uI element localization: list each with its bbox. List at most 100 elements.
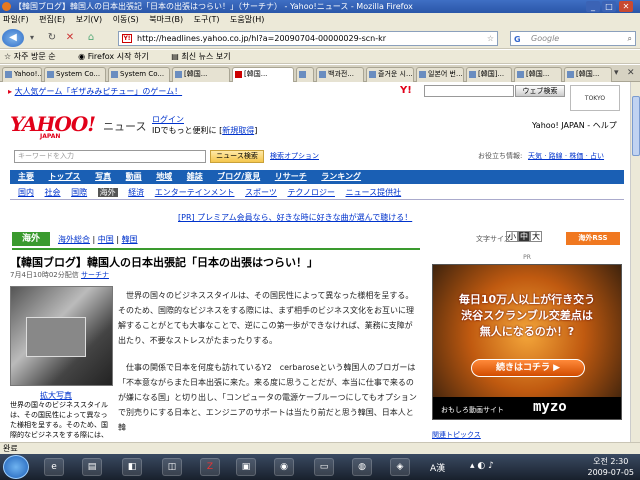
snav-domestic[interactable]: 国内 [18, 188, 34, 197]
menu-tools[interactable]: 도구(T) [194, 15, 220, 24]
snav-sports[interactable]: スポーツ [245, 188, 277, 197]
article-source-link[interactable]: サーチナ [81, 271, 109, 279]
tab-3[interactable]: System Co... [108, 67, 170, 82]
filezilla-icon[interactable]: Z [200, 458, 220, 476]
bookmark-firefox-start[interactable]: ◉ Firefox 시작 하기 [78, 52, 159, 61]
register-link[interactable]: 新規取得 [222, 126, 254, 135]
tab-10[interactable]: [韓国]... [466, 67, 512, 82]
top-banner[interactable]: ▸ 大人気ゲーム「ギザみみピチュー」のゲーム！ [8, 86, 228, 97]
font-large-button[interactable]: 大 [530, 231, 542, 242]
menu-view[interactable]: 보기(V) [76, 15, 102, 24]
gnav-research[interactable]: リサーチ [275, 172, 307, 181]
snav-overseas-active[interactable]: 海外 [97, 188, 118, 197]
gnav-topics[interactable]: トップス [49, 172, 81, 181]
gnav-ranking[interactable]: ランキング [321, 172, 361, 181]
login-link[interactable]: ログイン [152, 115, 184, 124]
gnav-magazine[interactable]: 雑誌 [187, 172, 203, 181]
forward-dropdown-icon[interactable]: ▾ [26, 30, 38, 46]
tab-list-icon[interactable]: ▾ [614, 68, 619, 78]
sites-links[interactable]: 天気 · 路線 · 株価 · 占い [528, 151, 604, 161]
gnav-photos[interactable]: 写真 [95, 172, 111, 181]
snav-providers[interactable]: ニュース提供社 [346, 188, 402, 197]
app-icon-5[interactable]: ◈ [390, 458, 410, 476]
tab-12[interactable]: [韓国... [564, 67, 612, 82]
web-search-button[interactable]: ウェブ検索 [515, 85, 565, 97]
top-links[interactable]: Yahoo! JAPAN - ヘルプ [532, 120, 617, 131]
search-icon[interactable]: ⌕ [628, 32, 632, 45]
related-topics-link[interactable]: 関連トピックス [432, 430, 481, 440]
menu-edit[interactable]: 편집(E) [39, 15, 65, 24]
start-button[interactable] [3, 455, 29, 479]
login-block: ログイン IDでもっと便利に [新規取得] [152, 115, 258, 135]
language-indicator[interactable]: A漢 [430, 461, 445, 474]
search-option-link[interactable]: 検索オプション [270, 151, 319, 161]
tab-active[interactable]: [韓国... [232, 67, 294, 83]
category-label: 海外 [12, 232, 50, 246]
url-star-icon[interactable]: ☆ [487, 32, 494, 45]
article-photo[interactable] [10, 286, 113, 386]
snav-tech[interactable]: テクノロジー [287, 188, 335, 197]
menu-bookmarks[interactable]: 북마크(B) [149, 15, 183, 24]
app-icon-2[interactable]: ◫ [162, 458, 182, 476]
font-small-button[interactable]: 小 [506, 231, 518, 242]
tab-6[interactable] [296, 67, 314, 82]
app-icon-1[interactable]: ◧ [122, 458, 142, 476]
reload-icon[interactable]: ↻ [44, 30, 60, 46]
snav-entertainment[interactable]: エンターテインメント [155, 188, 235, 197]
tab-2[interactable]: System Co... [44, 67, 106, 82]
news-search-button[interactable]: ニュース検索 [210, 150, 264, 163]
app-icon-4[interactable]: ◉ [274, 458, 294, 476]
tab-4[interactable]: [韓国... [172, 67, 230, 82]
tab-9[interactable]: 일본어 번... [416, 67, 464, 82]
tray-icons[interactable]: ▴ ◐ ♪ [470, 461, 494, 471]
snav-intl[interactable]: 国際 [71, 188, 87, 197]
vertical-scrollbar[interactable] [630, 82, 640, 442]
search-box[interactable]: G Google ⌕ [510, 31, 636, 46]
gnav-region[interactable]: 地域 [156, 172, 172, 181]
maximize-button[interactable]: □ [602, 1, 616, 12]
tab-11[interactable]: [韓国... [514, 67, 562, 82]
menu-go[interactable]: 이동(S) [113, 15, 139, 24]
stop-icon[interactable]: ✕ [62, 30, 78, 46]
snav-economy[interactable]: 経済 [128, 188, 144, 197]
clock[interactable]: 오전 2:30 2009-07-05 [588, 456, 635, 478]
gnav-blog[interactable]: ブログ/意見 [217, 172, 260, 181]
home-icon[interactable]: ⌂ [82, 30, 100, 46]
sponsor-logo[interactable]: TOKYO [570, 85, 620, 111]
cmd-icon[interactable]: ▭ [314, 458, 334, 476]
tab-close-icon[interactable]: ✕ [627, 68, 635, 78]
breadcrumb-korea[interactable]: 韓国 [122, 235, 138, 244]
tab-1[interactable]: Yahoo!... [2, 67, 42, 82]
firefox-taskbar-icon[interactable]: ◍ [352, 458, 372, 476]
gnav-video[interactable]: 動画 [126, 172, 142, 181]
google-icon[interactable]: G [514, 33, 521, 46]
menu-help[interactable]: 도움말(H) [230, 15, 264, 24]
rss-button[interactable]: 海外RSS [566, 232, 620, 245]
back-button[interactable]: ◀ [2, 29, 24, 47]
ad-cta-button[interactable]: 続きはコチラ ▶ [471, 359, 585, 377]
minimize-button[interactable]: _ [586, 1, 600, 12]
header-search-input[interactable] [424, 85, 514, 97]
tab-8[interactable]: 즐거운 시... [366, 67, 414, 82]
menu-file[interactable]: 파일(F) [3, 15, 29, 24]
snav-society[interactable]: 社会 [45, 188, 61, 197]
bookmark-latest-news[interactable]: ▤ 최신 뉴스 보기 [171, 52, 240, 61]
advertisement-banner[interactable]: 毎日10万人以上が行き交う 渋谷スクランブル交差点は 無人になるのか！? 続きは… [432, 264, 622, 420]
sites-label: お役立ち情報: [478, 152, 523, 160]
close-button[interactable]: ✕ [619, 1, 633, 12]
url-bar[interactable]: Y! http://headlines.yahoo.co.jp/hl?a=200… [118, 31, 498, 46]
explorer-icon[interactable]: ▤ [82, 458, 102, 476]
promo-link[interactable]: [PR] プレミアム会員なら、好きな時に好きな曲が選んで聴ける！ [178, 212, 412, 223]
news-label: ニュース [103, 120, 147, 133]
clock-time: 오전 2:30 [593, 457, 629, 466]
bookmark-most-visited[interactable]: ☆ 자주 방문 순 [4, 52, 66, 61]
tab-7[interactable]: 백과전... [316, 67, 364, 82]
news-search-input[interactable]: キーワードを入力 [14, 150, 206, 163]
scrollbar-thumb[interactable] [632, 96, 640, 156]
gnav-top[interactable]: 主要 [18, 172, 34, 181]
app-icon-3[interactable]: ▣ [236, 458, 256, 476]
breadcrumb-china[interactable]: 中国 [98, 235, 114, 244]
font-medium-button[interactable]: 中 [518, 231, 530, 242]
ie-icon[interactable]: e [44, 458, 64, 476]
breadcrumb-overseas[interactable]: 海外総合 [58, 235, 90, 244]
